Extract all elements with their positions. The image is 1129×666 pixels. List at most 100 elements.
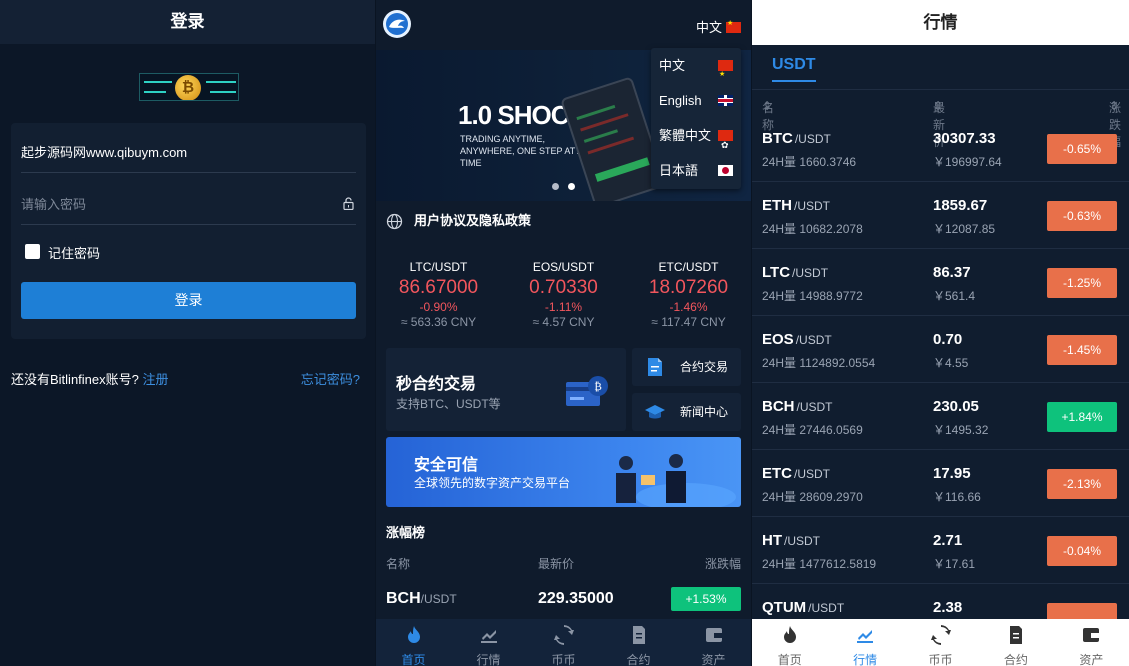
tab-market[interactable]: 行情 bbox=[827, 619, 902, 666]
security-subtitle: 全球领先的数字资产交易平台 bbox=[414, 476, 571, 490]
lock-icon[interactable] bbox=[343, 197, 354, 210]
contract-trade-label: 合约交易 bbox=[680, 360, 729, 374]
market-row[interactable]: HT/USDT 24H量 1477612.5819 2.71 ￥17.61 -0.04% bbox=[752, 517, 1129, 584]
home-screen: 中文 1.0 SHOCK TRADING ANYTIME, ANYWHERE, … bbox=[376, 0, 751, 666]
language-switcher[interactable]: 中文 bbox=[696, 17, 741, 36]
market-row[interactable]: ETC/USDT 24H量 28609.2970 17.95 ￥116.66 -2.13… bbox=[752, 450, 1129, 517]
market-price: 230.05 bbox=[933, 398, 979, 415]
password-field[interactable]: 请输入密码 bbox=[21, 175, 356, 225]
market-symbol: ETH/USDT bbox=[762, 197, 830, 214]
home-tab-bar: 首页 行情 币币 合约 资产 bbox=[376, 619, 751, 666]
lang-option-zh-tw[interactable]: 繁體中文 bbox=[651, 118, 741, 163]
market-volume: 24H量 10682.2078 bbox=[762, 222, 863, 236]
security-banner[interactable]: 安全可信 全球领先的数字资产交易平台 bbox=[386, 437, 741, 507]
gainers-title: 涨幅榜 bbox=[376, 514, 751, 552]
market-cny: ￥12087.85 bbox=[933, 222, 996, 236]
login-title: 登录 bbox=[0, 0, 375, 44]
banner-dot-1[interactable] bbox=[552, 183, 559, 190]
market-cny: ￥561.4 bbox=[933, 289, 976, 303]
market-cny: ￥4.55 bbox=[933, 356, 969, 370]
current-language: 中文 bbox=[695, 20, 722, 35]
tab-coin[interactable]: 币币 bbox=[526, 619, 601, 666]
remember-checkbox[interactable] bbox=[25, 244, 40, 259]
market-row[interactable]: EOS/USDT 24H量 1124892.0554 0.70 ￥4.55 -1.45% bbox=[752, 316, 1129, 383]
home-header: 中文 bbox=[376, 0, 751, 48]
login-button[interactable]: 登录 bbox=[21, 282, 356, 319]
market-cny: ￥17.61 bbox=[933, 557, 976, 571]
tab-home[interactable]: 首页 bbox=[376, 619, 451, 666]
market-price: 1859.67 bbox=[933, 197, 988, 214]
market-change-badge: +1.84% bbox=[1047, 402, 1117, 432]
sort-name[interactable]: 名称 ⇕ bbox=[762, 99, 774, 132]
tab-coin[interactable]: 币币 bbox=[903, 619, 978, 666]
forgot-password-link[interactable]: 忘记密码? bbox=[301, 369, 360, 388]
market-change-badge: -1.45% bbox=[1047, 335, 1117, 365]
remember-label: 记住密码 bbox=[48, 246, 101, 261]
tab-assets[interactable]: 资产 bbox=[1054, 619, 1129, 666]
flame-icon bbox=[783, 626, 796, 643]
market-tab-bar: 首页 行情 币币 合约 资产 bbox=[752, 619, 1129, 666]
ticker-ltc[interactable]: LTC/USDT 86.67000 -0.90% ≈ 563.36 CNY bbox=[376, 260, 501, 329]
no-account-text: 还没有Bitlinfinex账号? bbox=[11, 372, 139, 387]
hongkong-flag-icon bbox=[718, 128, 733, 163]
market-volume: 24H量 14988.9772 bbox=[762, 289, 863, 303]
market-volume: 24H量 28609.2970 bbox=[762, 490, 863, 504]
market-change-badge: -1.25% bbox=[1047, 268, 1117, 298]
bitcoin-card-icon: ₿ bbox=[566, 376, 608, 406]
market-change-badge: -0.63% bbox=[1047, 201, 1117, 231]
market-screen: 行情 USDT 名称 ⇕ 最新价 ⇕ 涨跌幅 ⇕ BTC/USDT 24H量 16… bbox=[752, 0, 1129, 666]
tab-contract[interactable]: 合约 bbox=[978, 619, 1053, 666]
market-change-badge: -0.04% bbox=[1047, 536, 1117, 566]
market-title: 行情 bbox=[752, 0, 1129, 45]
tab-contract[interactable]: 合约 bbox=[601, 619, 676, 666]
market-row[interactable]: BCH/USDT 24H量 27446.0569 230.05 ￥1495.32 +1.… bbox=[752, 383, 1129, 450]
second-contract-subtitle: 支持BTC、USDT等 bbox=[396, 397, 501, 411]
wallet-icon bbox=[705, 628, 722, 642]
market-symbol: BTC/USDT bbox=[762, 130, 831, 147]
gainers-row[interactable]: BCH/USDT 229.35000 +1.53% bbox=[376, 585, 751, 615]
market-cny: ￥196997.64 bbox=[933, 155, 1002, 169]
tab-usdt[interactable]: USDT bbox=[772, 56, 816, 82]
graduation-cap-icon bbox=[645, 405, 665, 419]
banner-dot-2[interactable] bbox=[568, 183, 575, 190]
lang-option-zh[interactable]: 中文 bbox=[651, 48, 741, 92]
bitcoin-logo: ₿ bbox=[139, 73, 239, 101]
market-symbol: QTUM/USDT bbox=[762, 599, 845, 616]
sort-price[interactable]: 最新价 ⇕ bbox=[933, 99, 945, 149]
market-volume: 24H量 1124892.0554 bbox=[762, 356, 876, 370]
tab-home[interactable]: 首页 bbox=[752, 619, 827, 666]
market-row[interactable]: ETH/USDT 24H量 10682.2078 1859.67 ￥12087.85 -… bbox=[752, 182, 1129, 249]
people-illustration-icon bbox=[616, 454, 736, 507]
ticker-eos[interactable]: EOS/USDT 0.70330 -1.11% ≈ 4.57 CNY bbox=[501, 260, 626, 329]
chart-trend-icon bbox=[480, 630, 497, 643]
market-row[interactable]: BTC/USDT 24H量 1660.3746 30307.33 ￥196997.64… bbox=[752, 115, 1129, 182]
ticker-etc[interactable]: ETC/USDT 18.07260 -1.46% ≈ 117.47 CNY bbox=[626, 260, 751, 329]
market-change-badge: -0.65% bbox=[1047, 134, 1117, 164]
lang-option-ja[interactable]: 日本語 bbox=[651, 153, 741, 188]
market-cny: ￥116.66 bbox=[933, 490, 981, 504]
sort-change[interactable]: 涨跌幅 ⇕ bbox=[1109, 99, 1121, 149]
username-value: 起步源码网www.qibuym.com bbox=[21, 145, 188, 160]
uk-flag-icon bbox=[718, 95, 733, 106]
username-field[interactable]: 起步源码网www.qibuym.com bbox=[21, 123, 356, 173]
contract-trade-card[interactable]: 合约交易 bbox=[632, 348, 741, 386]
market-volume: 24H量 1660.3746 bbox=[762, 155, 857, 169]
market-volume: 24H量 27446.0569 bbox=[762, 423, 863, 437]
register-link[interactable]: 注册 bbox=[143, 372, 169, 387]
lang-option-en[interactable]: English bbox=[651, 83, 741, 118]
second-contract-title: 秒合约交易 bbox=[396, 376, 477, 393]
second-contract-card[interactable]: 秒合约交易 支持BTC、USDT等 ₿ bbox=[386, 348, 626, 431]
market-tabs: USDT bbox=[752, 45, 1129, 90]
news-center-card[interactable]: 新闻中心 bbox=[632, 393, 741, 431]
tab-market[interactable]: 行情 bbox=[451, 619, 526, 666]
notice-bar[interactable]: 用户协议及隐私政策 bbox=[376, 201, 751, 241]
news-center-label: 新闻中心 bbox=[680, 405, 729, 419]
tab-assets[interactable]: 资产 bbox=[676, 619, 751, 666]
market-row[interactable]: LTC/USDT 24H量 14988.9772 86.37 ￥561.4 -1.25% bbox=[752, 249, 1129, 316]
notice-text: 用户协议及隐私政策 bbox=[414, 213, 532, 228]
globe-icon bbox=[386, 213, 403, 230]
dolphin-logo-icon[interactable] bbox=[383, 10, 411, 38]
market-price: 17.95 bbox=[933, 465, 971, 482]
market-price: 2.71 bbox=[933, 532, 963, 549]
password-placeholder: 请输入密码 bbox=[21, 197, 87, 212]
